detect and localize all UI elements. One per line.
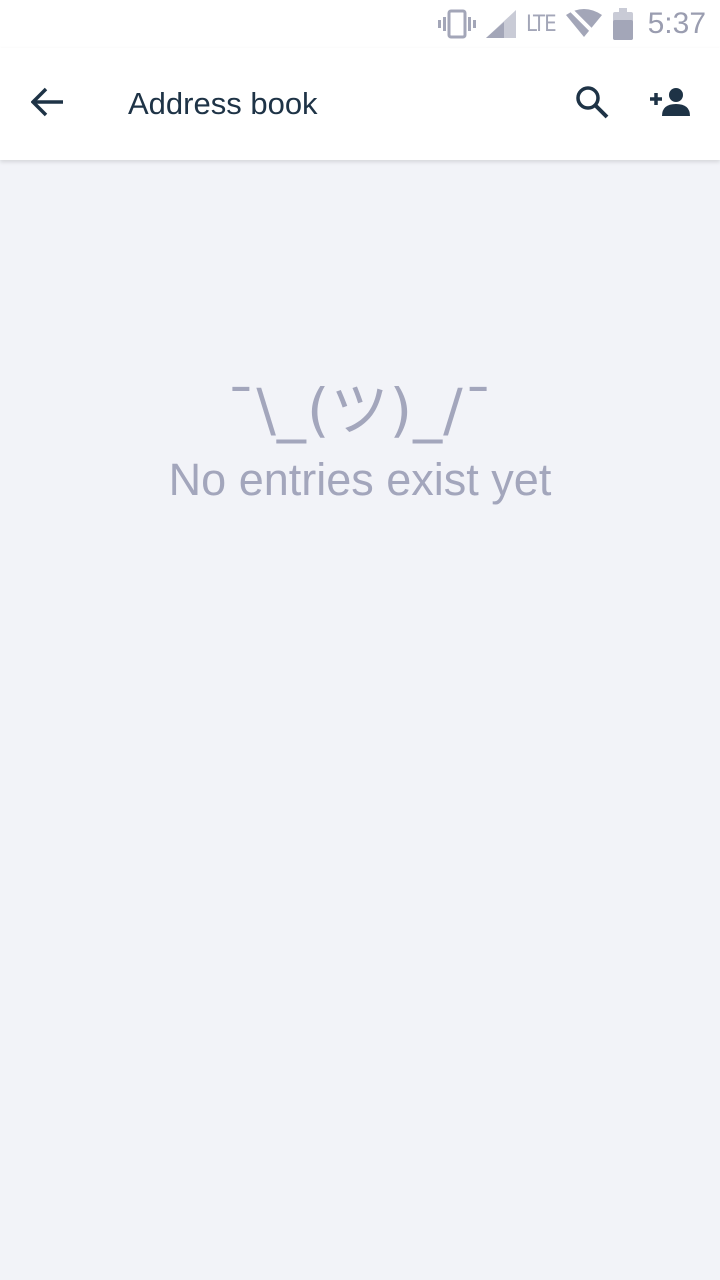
- network-type-label: LTE: [526, 11, 557, 37]
- battery-icon: [612, 8, 634, 40]
- add-contact-button[interactable]: [638, 72, 702, 136]
- empty-message: No entries exist yet: [168, 454, 552, 505]
- empty-state: ¯\_(ツ)_/¯ No entries exist yet: [0, 370, 720, 510]
- signal-icon: [486, 10, 517, 38]
- clock: 5:37: [647, 7, 706, 40]
- status-bar: LTE 5:37: [0, 0, 720, 48]
- arrow-back-icon: [30, 87, 65, 122]
- app-bar: Address book: [0, 48, 720, 160]
- wifi-off-icon: [565, 9, 602, 39]
- back-button[interactable]: [16, 72, 80, 136]
- shrug-emoticon: ¯\_(ツ)_/¯: [226, 376, 494, 444]
- vibrate-icon: [438, 9, 477, 39]
- search-button[interactable]: [560, 72, 624, 136]
- person-add-icon: [650, 87, 690, 122]
- search-icon: [574, 84, 610, 125]
- status-icons: LTE 5:37: [438, 0, 706, 48]
- page-title: Address book: [128, 86, 318, 121]
